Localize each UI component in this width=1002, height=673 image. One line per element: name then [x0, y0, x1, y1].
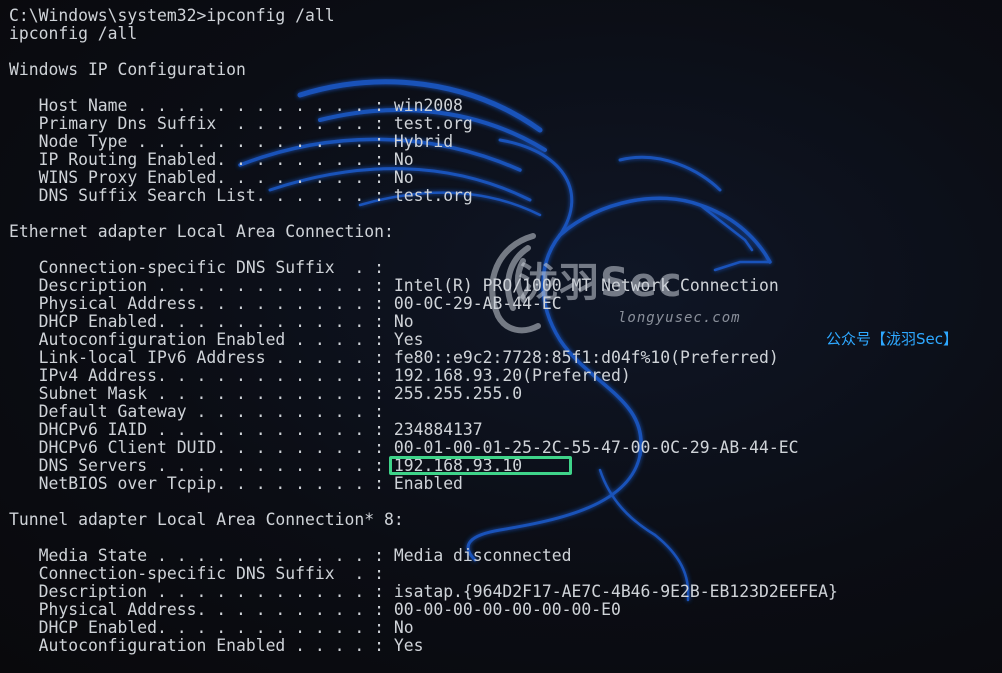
console-line: IP Routing Enabled. . . . . . . . : No — [9, 150, 414, 169]
terminal-window[interactable]: C:\Windows\system32>ipconfig /all ipconfi… — [0, 0, 1002, 673]
console-line: DHCPv6 IAID . . . . . . . . . . . : 2348… — [9, 420, 483, 439]
console-line: Host Name . . . . . . . . . . . . : win2… — [9, 96, 463, 115]
console-line: Description . . . . . . . . . . . : isat… — [9, 582, 838, 601]
console-line: NetBIOS over Tcpip. . . . . . . . : Enab… — [9, 474, 463, 493]
console-line: Windows IP Configuration — [9, 60, 246, 79]
console-line: C:\Windows\system32>ipconfig /all — [9, 6, 335, 25]
console-line: Primary Dns Suffix . . . . . . . : test.… — [9, 114, 473, 133]
console-line: Connection-specific DNS Suffix . : — [9, 564, 384, 583]
console-line: DHCP Enabled. . . . . . . . . . . : No — [9, 618, 414, 637]
console-line: Ethernet adapter Local Area Connection: — [9, 222, 394, 241]
console-line: Description . . . . . . . . . . . : Inte… — [9, 276, 779, 295]
console-line: WINS Proxy Enabled. . . . . . . . : No — [9, 168, 414, 187]
console-line: Physical Address. . . . . . . . . : 00-0… — [9, 294, 562, 313]
console-line: Subnet Mask . . . . . . . . . . . : 255.… — [9, 384, 523, 403]
console-line: Link-local IPv6 Address . . . . . : fe80… — [9, 348, 779, 367]
console-line: DNS Suffix Search List. . . . . . : test… — [9, 186, 473, 205]
console-line: ipconfig /all — [9, 24, 138, 43]
wechat-account-tag: 公众号【泷羽Sec】 — [826, 330, 958, 348]
console-line: DHCPv6 Client DUID. . . . . . . . : 00-0… — [9, 438, 799, 457]
console-line: Autoconfiguration Enabled . . . . : Yes — [9, 636, 424, 655]
console-line: Physical Address. . . . . . . . . : 00-0… — [9, 600, 621, 619]
console-line: Node Type . . . . . . . . . . . . : Hybr… — [9, 132, 454, 151]
console-line: Tunnel adapter Local Area Connection* 8: — [9, 510, 404, 529]
console-line: DNS Servers . . . . . . . . . . . : 192.… — [9, 456, 523, 475]
console-line: Default Gateway . . . . . . . . . : — [9, 402, 384, 421]
console-line: Media State . . . . . . . . . . . : Medi… — [9, 546, 572, 565]
console-line: IPv4 Address. . . . . . . . . . . : 192.… — [9, 366, 631, 385]
console-line: Connection-specific DNS Suffix . : — [9, 258, 384, 277]
